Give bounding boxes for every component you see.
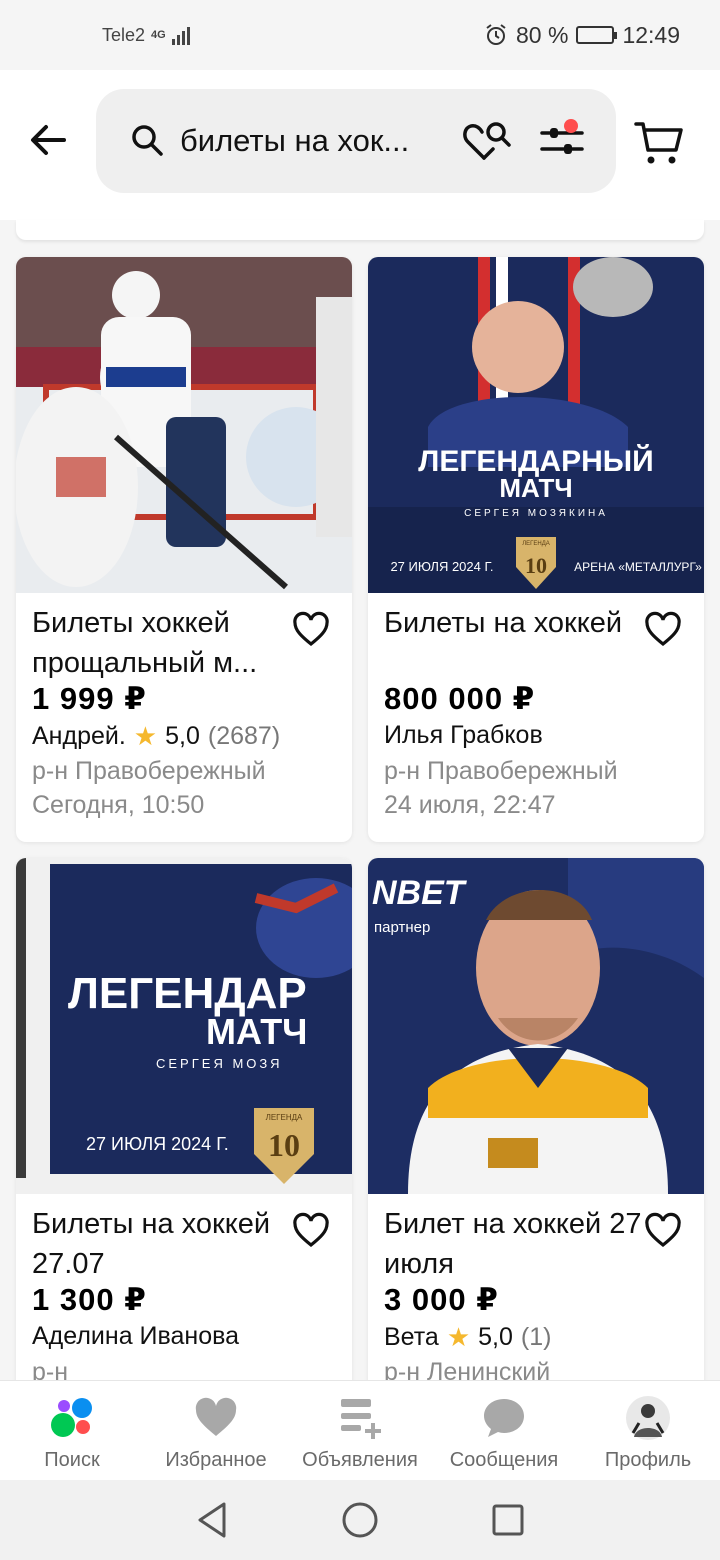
- seller-rating: 5,0: [478, 1323, 513, 1351]
- poster-subtitle: СЕРГЕЯ МОЗЯ: [156, 1056, 282, 1071]
- home-circle-icon[interactable]: [340, 1500, 380, 1540]
- listing-price: 3 000 ₽: [384, 1282, 499, 1317]
- seller-name: Андрей.: [32, 722, 126, 750]
- nav-messages[interactable]: Сообщения: [432, 1381, 576, 1480]
- favorite-heart-icon[interactable]: [292, 1212, 330, 1248]
- recents-square-icon[interactable]: [490, 1502, 526, 1538]
- chat-bubble-icon: [484, 1399, 524, 1437]
- listing-price: 1 999 ₽: [32, 681, 147, 716]
- bottom-navigation: Поиск Избранное Объявления Сообщения Про…: [0, 1380, 720, 1480]
- nav-label: Объявления: [302, 1449, 418, 1471]
- poster-date: 27 ИЮЛЯ 2024 Г.: [390, 559, 493, 574]
- save-search-heart-icon[interactable]: [462, 120, 514, 162]
- listing-title[interactable]: Билеты хоккей прощальный м...: [32, 603, 290, 683]
- status-left: Tele2 4G: [102, 25, 190, 46]
- nav-favorites[interactable]: Избранное: [144, 1381, 288, 1480]
- listing-date: Сегодня, 10:50: [32, 791, 205, 819]
- nav-listings[interactable]: Объявления: [288, 1381, 432, 1480]
- seller-info: Андрей. ★ 5,0 (2687): [32, 721, 280, 752]
- listing-photo-player-portrait[interactable]: NBET партнер: [368, 858, 704, 1194]
- star-icon: ★: [446, 1322, 471, 1352]
- filter-icon[interactable]: [538, 117, 586, 165]
- listing-card[interactable]: Билеты хоккей прощальный м... 1 999 ₽ Ан…: [16, 257, 352, 842]
- listing-card[interactable]: ЛЕГЕНДАРНЫЙ МАТЧ СЕРГЕЯ МОЗЯКИНА 27 ИЮЛЯ…: [368, 257, 704, 842]
- poster-headline-2: МАТЧ: [206, 1011, 307, 1052]
- listing-price: 1 300 ₽: [32, 1282, 147, 1317]
- nav-profile[interactable]: Профиль: [576, 1381, 720, 1480]
- profile-avatar-icon: [626, 1396, 670, 1440]
- sponsor-partner: партнер: [374, 919, 430, 936]
- seller-rating: 5,0: [165, 722, 200, 750]
- favorite-heart-icon[interactable]: [292, 611, 330, 647]
- status-bar: Tele2 4G 80 % 12:49: [0, 0, 720, 70]
- listing-price: 800 000 ₽: [384, 681, 536, 716]
- poster-badge-text: ЛЕГЕНДА: [266, 1113, 303, 1122]
- listing-card[interactable]: NBET партнер Билет на хоккей 27 июля 3 0…: [368, 858, 704, 1398]
- seller-info: Аделина Иванова: [32, 1322, 239, 1351]
- listing-date: 24 июля, 22:47: [384, 791, 556, 819]
- poster-arena: АРЕНА «МЕТАЛЛУРГ»: [574, 560, 702, 574]
- seller-name: Илья Грабков: [384, 721, 543, 749]
- nav-label: Поиск: [44, 1449, 100, 1471]
- search-icon: [132, 125, 163, 156]
- heart-icon: [195, 1397, 237, 1436]
- poster-badge-number: 10: [525, 553, 547, 578]
- search-query[interactable]: билеты на хок...: [180, 123, 440, 159]
- star-icon: ★: [133, 721, 158, 751]
- listing-title[interactable]: Билеты на хоккей: [384, 603, 642, 643]
- review-count: (1): [520, 1323, 552, 1351]
- search-input[interactable]: билеты на хок...: [96, 89, 616, 193]
- nav-label: Сообщения: [449, 1449, 559, 1471]
- poster-headline-2: МАТЧ: [499, 473, 572, 503]
- sponsor-brand: NBET: [372, 874, 468, 912]
- poster-badge-number: 10: [268, 1127, 300, 1163]
- listing-title[interactable]: Билет на хоккей 27 июля: [384, 1204, 642, 1284]
- previous-card-edge: [16, 220, 704, 240]
- nav-label: Избранное: [165, 1449, 267, 1471]
- network-type: 4G: [151, 29, 166, 41]
- cart-icon[interactable]: [634, 120, 684, 166]
- poster-date: 27 ИЮЛЯ 2024 Г.: [86, 1134, 229, 1154]
- listing-district: р-н Правобережный: [32, 757, 266, 785]
- seller-info: Илья Грабков: [384, 721, 543, 750]
- battery-icon: [576, 26, 618, 44]
- nav-label: Профиль: [604, 1449, 692, 1471]
- favorite-heart-icon[interactable]: [644, 1212, 682, 1248]
- seller-name: Аделина Иванова: [32, 1322, 240, 1350]
- system-navigation-bar: [0, 1480, 720, 1560]
- poster-badge-text: ЛЕГЕНДА: [522, 541, 550, 547]
- seller-name: Вета: [384, 1323, 439, 1351]
- listing-district: р-н Правобережный: [384, 757, 618, 785]
- favorite-heart-icon[interactable]: [644, 611, 682, 647]
- signal-icon: [171, 25, 190, 45]
- listing-title[interactable]: Билеты на хоккей 27.07: [32, 1204, 290, 1284]
- seller-info: Вета ★ 5,0 (1): [384, 1322, 551, 1353]
- clock: 12:49: [622, 21, 680, 48]
- listing-photo-hockey-players[interactable]: [16, 257, 352, 593]
- search-header: билеты на хок...: [0, 70, 720, 220]
- listings-add-icon: [341, 1399, 381, 1439]
- listing-photo-poster-crop[interactable]: ЛЕГЕНДАР МАТЧ СЕРГЕЯ МОЗЯ 27 ИЮЛЯ 2024 Г…: [16, 858, 352, 1194]
- listing-card[interactable]: ЛЕГЕНДАР МАТЧ СЕРГЕЯ МОЗЯ 27 ИЮЛЯ 2024 Г…: [16, 858, 352, 1398]
- alarm-icon: [486, 24, 506, 45]
- back-arrow-icon[interactable]: [28, 120, 68, 160]
- listing-photo-poster[interactable]: ЛЕГЕНДАРНЫЙ МАТЧ СЕРГЕЯ МОЗЯКИНА 27 ИЮЛЯ…: [368, 257, 704, 593]
- battery-percent: 80 %: [516, 21, 569, 48]
- status-right: 80 % 12:49: [484, 22, 680, 49]
- filter-badge-dot: [564, 119, 578, 133]
- back-triangle-icon[interactable]: [194, 1500, 230, 1540]
- review-count: (2687): [207, 722, 281, 750]
- nav-search[interactable]: Поиск: [0, 1381, 144, 1480]
- poster-subtitle: СЕРГЕЯ МОЗЯКИНА: [464, 508, 608, 519]
- carrier-name: Tele2: [102, 24, 146, 45]
- search-dots-icon: [51, 1398, 92, 1437]
